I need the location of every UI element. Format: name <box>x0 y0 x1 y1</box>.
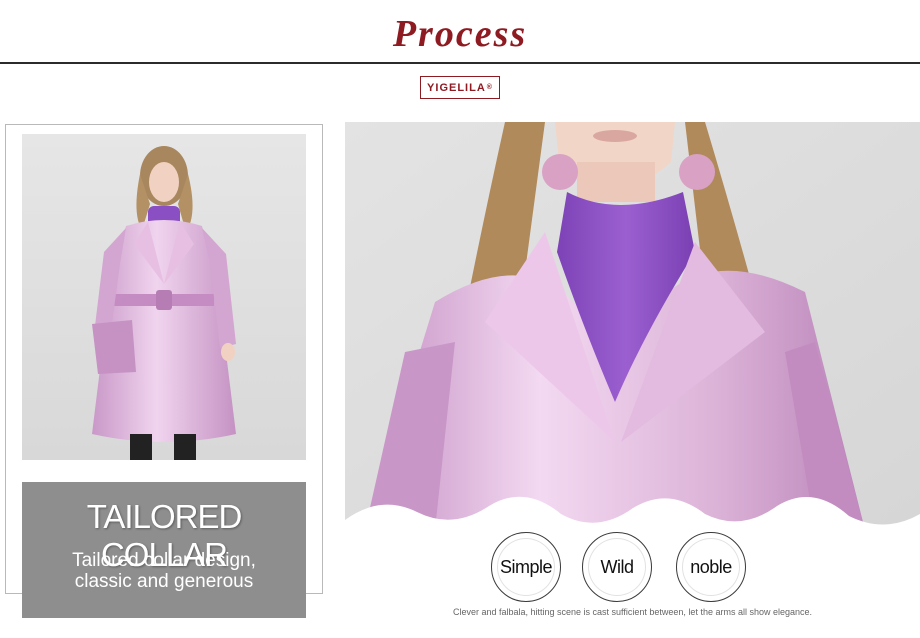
brand-logo: YIGELILA ® <box>420 76 500 99</box>
title-divider <box>0 62 920 64</box>
keyword-label: noble <box>690 556 732 577</box>
feature-caption-box: TAILORED COLLAR Tailored collar design, … <box>22 482 306 618</box>
registered-mark: ® <box>486 84 493 91</box>
collar-closeup-photo <box>345 122 920 530</box>
feature-description-line-1: Tailored collar design, <box>72 550 256 571</box>
keyword-circle-noble: noble <box>676 532 746 602</box>
feature-description: Tailored collar design, classic and gene… <box>22 550 306 592</box>
keyword-label: Wild <box>600 556 635 577</box>
full-length-coat-photo <box>22 134 306 460</box>
keyword-circle-simple: Simple <box>491 532 561 602</box>
keyword-circle-wild: Wild <box>582 532 652 602</box>
section-title: Process <box>392 13 528 55</box>
footer-note: Clever and falbala, hitting scene is cas… <box>452 607 813 617</box>
feature-description-line-2: classic and generous <box>74 571 254 592</box>
keyword-label: Simple <box>499 556 553 577</box>
brand-text: YIGELILA <box>427 81 486 94</box>
